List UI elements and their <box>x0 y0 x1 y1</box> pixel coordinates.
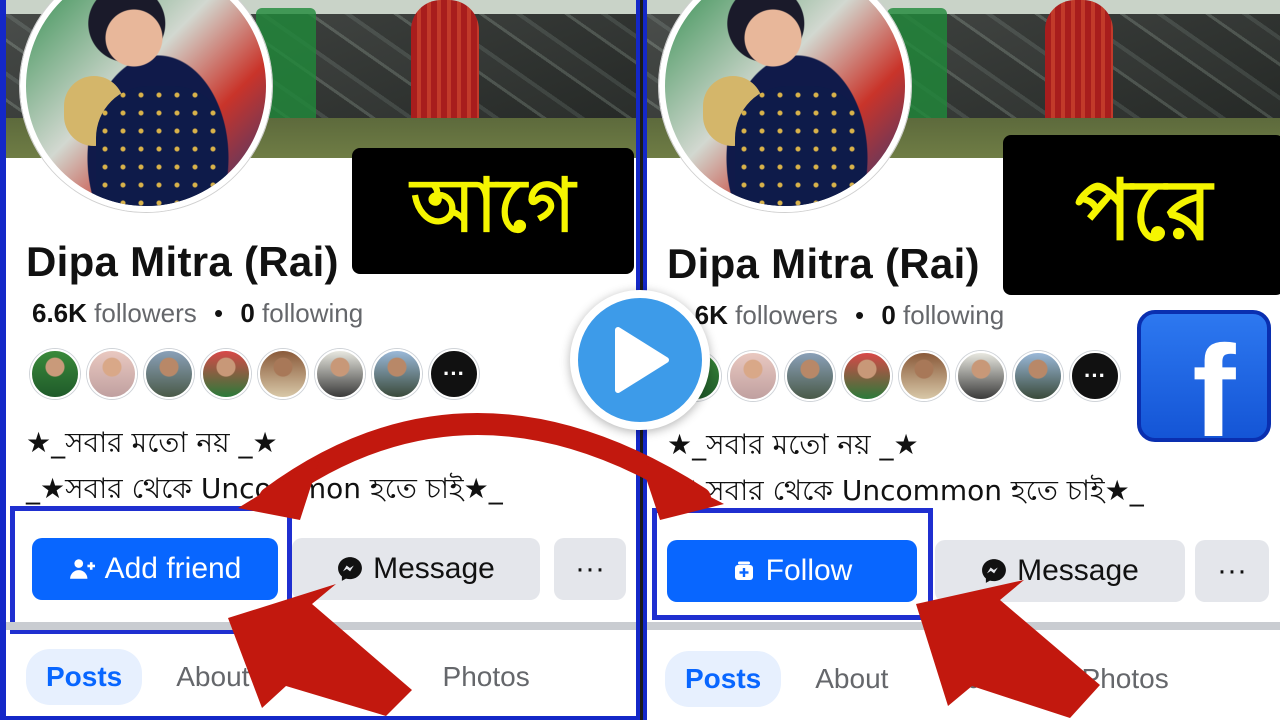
before-label-text: আগে <box>410 162 576 249</box>
more-friends-button[interactable]: ··· <box>1070 351 1120 401</box>
following-count[interactable]: 0 <box>240 298 254 328</box>
profile-name: Dipa Mitra (Rai) <box>26 238 339 285</box>
profile-tabs: Posts About Videos Photos <box>647 644 1280 714</box>
bio-line: ★_সবার মতো নয় _★ <box>26 426 278 459</box>
before-panel: আগে Dipa Mitra (Rai) 6.6K followers • 0 … <box>0 0 640 720</box>
play-button[interactable] <box>570 290 710 430</box>
tab-videos[interactable]: Videos <box>283 649 408 705</box>
mutual-friends-row: ··· <box>671 351 1120 401</box>
following-label[interactable]: following <box>262 298 363 328</box>
avatar-detail <box>96 86 226 206</box>
message-label: Message <box>1017 554 1139 587</box>
tab-videos[interactable]: Videos <box>922 651 1047 707</box>
friend-avatar[interactable] <box>956 351 1006 401</box>
friend-avatar[interactable] <box>315 349 365 399</box>
after-label: পরে <box>1003 135 1280 295</box>
profile-picture[interactable] <box>659 0 911 212</box>
mutual-friends-row: ··· <box>30 349 479 399</box>
followers-label[interactable]: followers <box>735 300 838 330</box>
friend-avatar[interactable] <box>1013 351 1063 401</box>
profile-name: Dipa Mitra (Rai) <box>667 240 980 287</box>
bio-line: ★_সবার মতো নয় _★ <box>667 428 919 461</box>
after-label-text: পরে <box>1075 160 1212 259</box>
message-button[interactable]: Message <box>935 540 1185 602</box>
play-icon <box>615 327 669 393</box>
follow-stats: 6.6K followers • 0 following <box>673 300 1004 331</box>
more-options-button[interactable]: ··· <box>554 538 626 600</box>
following-count[interactable]: 0 <box>881 300 895 330</box>
section-divider <box>6 622 636 630</box>
tab-posts[interactable]: Posts <box>665 651 782 707</box>
before-label: আগে <box>352 148 634 274</box>
button-highlight-box <box>652 508 933 620</box>
followers-label[interactable]: followers <box>94 298 197 328</box>
friend-avatar[interactable] <box>30 349 80 399</box>
following-label[interactable]: following <box>903 300 1004 330</box>
friend-avatar[interactable] <box>785 351 835 401</box>
tab-about[interactable]: About <box>795 651 908 707</box>
message-button[interactable]: Message <box>292 538 540 600</box>
followers-count[interactable]: 6.6K <box>32 298 87 328</box>
profile-tabs: Posts About Videos Photos <box>6 642 636 712</box>
facebook-logo-letter: f <box>1192 318 1236 442</box>
thumbnail: আগে Dipa Mitra (Rai) 6.6K followers • 0 … <box>0 0 1280 720</box>
messenger-icon <box>982 559 1007 583</box>
friend-avatar[interactable] <box>728 351 778 401</box>
friend-avatar[interactable] <box>842 351 892 401</box>
section-divider <box>647 622 1280 630</box>
tab-photos[interactable]: Photos <box>423 649 550 705</box>
messenger-icon <box>338 557 363 581</box>
profile-picture[interactable] <box>20 0 272 212</box>
follow-stats: 6.6K followers • 0 following <box>32 298 363 329</box>
more-options-button[interactable]: ··· <box>1195 540 1269 602</box>
profile-bio: ★_সবার মতো নয় _★ _★সবার থেকে Uncommon হ… <box>26 420 503 512</box>
stats-separator: • <box>213 298 224 328</box>
avatar-detail <box>735 86 865 206</box>
button-highlight-box <box>10 506 292 634</box>
friend-avatar[interactable] <box>144 349 194 399</box>
tab-about[interactable]: About <box>156 649 269 705</box>
message-label: Message <box>373 552 495 585</box>
tab-photos[interactable]: Photos <box>1062 651 1189 707</box>
friend-avatar[interactable] <box>372 349 422 399</box>
friend-avatar[interactable] <box>201 349 251 399</box>
more-friends-button[interactable]: ··· <box>429 349 479 399</box>
after-panel: পরে Dipa Mitra (Rai) 6.6K followers • 0 … <box>643 0 1280 720</box>
friend-avatar[interactable] <box>87 349 137 399</box>
profile-bio: ★_সবার মতো নয় _★ _★সবার থেকে Uncommon হ… <box>667 422 1144 514</box>
facebook-logo: f <box>1137 310 1271 442</box>
stats-separator: • <box>854 300 865 330</box>
friend-avatar[interactable] <box>258 349 308 399</box>
friend-avatar[interactable] <box>899 351 949 401</box>
tab-posts[interactable]: Posts <box>26 649 143 705</box>
